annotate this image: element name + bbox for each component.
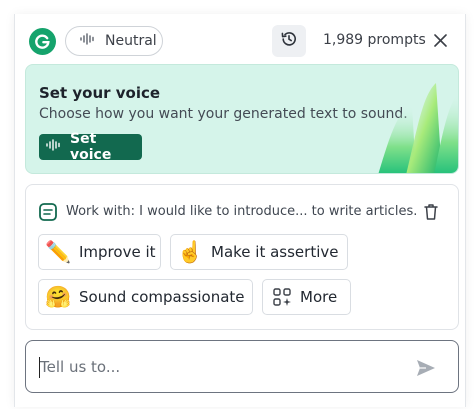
- prompts-count: 1,989 prompts: [323, 32, 426, 48]
- set-voice-button[interactable]: Set voice: [39, 131, 142, 163]
- pencil-emoji-icon: ✏️: [45, 239, 72, 264]
- close-icon: [433, 32, 447, 51]
- prompt-input[interactable]: [40, 352, 400, 382]
- grammarly-logo-icon: [29, 28, 56, 55]
- improve-it-chip[interactable]: ✏️ Improve it: [38, 234, 161, 270]
- close-button[interactable]: [432, 33, 448, 49]
- work-with-text: Work with: I would like to introduce... …: [66, 204, 418, 219]
- chip-label: Sound compassionate: [79, 288, 245, 306]
- voice-wave-icon: [80, 33, 96, 49]
- work-with-card: Work with: I would like to introduce... …: [25, 184, 459, 330]
- voice-card-title: Set your voice: [39, 84, 161, 102]
- chip-label: Make it assertive: [211, 243, 339, 261]
- voice-wave-icon: [46, 139, 62, 155]
- set-voice-card: Set your voice Choose how you want your …: [25, 64, 459, 174]
- history-icon: [280, 30, 298, 52]
- chip-label: Improve it: [79, 243, 156, 261]
- set-voice-label: Set voice: [70, 131, 112, 163]
- send-icon[interactable]: [415, 357, 437, 379]
- more-chip[interactable]: More: [262, 279, 351, 315]
- make-it-assertive-chip[interactable]: ☝️ Make it assertive: [170, 234, 348, 270]
- tone-selector[interactable]: Neutral: [65, 26, 163, 56]
- decorative-gradient-art: [378, 83, 458, 173]
- prompt-box: [25, 340, 459, 393]
- trash-icon[interactable]: [423, 203, 439, 221]
- tone-label: Neutral: [105, 33, 157, 49]
- pointing-hand-emoji-icon: ☝️: [177, 239, 204, 264]
- sound-compassionate-chip[interactable]: 🤗 Sound compassionate: [38, 279, 253, 315]
- voice-card-subtitle: Choose how you want your generated text …: [39, 106, 408, 122]
- history-button[interactable]: [272, 25, 306, 57]
- chip-label: More: [300, 288, 338, 306]
- hugging-face-emoji-icon: 🤗: [45, 284, 72, 309]
- grid-sparkle-icon: [272, 287, 292, 307]
- document-scan-icon: [38, 202, 58, 222]
